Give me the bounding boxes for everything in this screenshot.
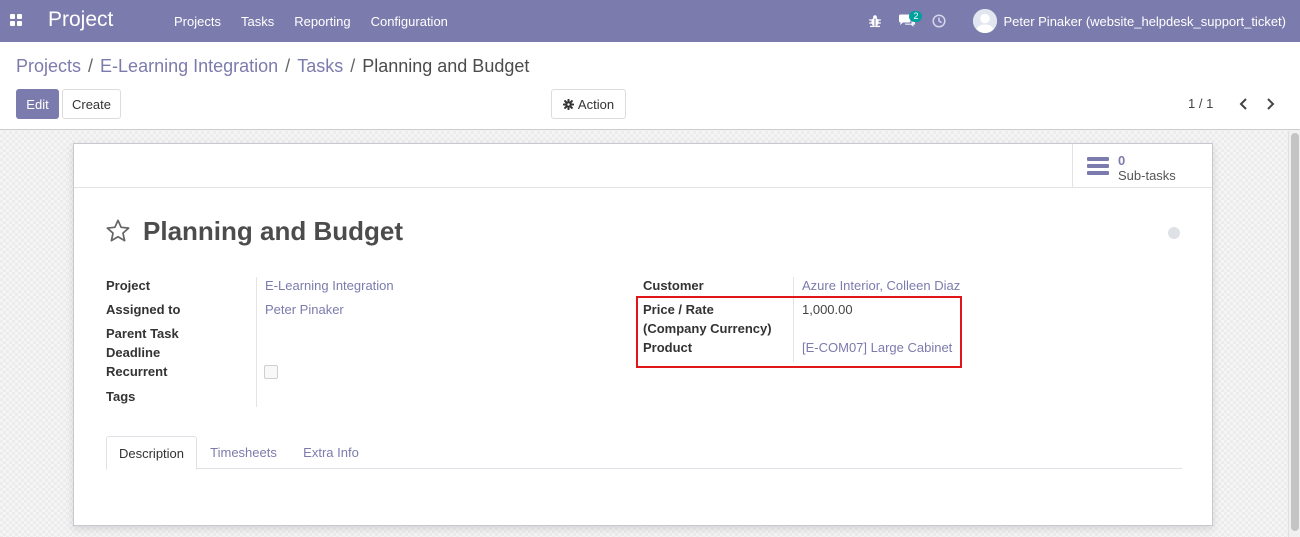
user-avatar-icon [973, 9, 998, 33]
breadcrumb-tasks[interactable]: Tasks [297, 56, 343, 77]
notebook-tabs: Description Timesheets Extra Info [106, 436, 1182, 470]
menu-tasks[interactable]: Tasks [231, 14, 284, 29]
gear-icon [562, 98, 574, 110]
main-menu: Projects Tasks Reporting Configuration [164, 0, 458, 42]
scrollbar-thumb[interactable] [1291, 133, 1299, 531]
subtasks-count: 0 [1118, 153, 1126, 168]
task-form-sheet: 0 Sub-tasks Planning and Budget Project … [73, 143, 1213, 526]
highlight-annotation-box [636, 296, 962, 368]
breadcrumb-separator: / [285, 56, 291, 76]
menu-configuration[interactable]: Configuration [361, 14, 458, 29]
create-button[interactable]: Create [62, 89, 121, 119]
recurrent-label: Recurrent [106, 364, 168, 379]
recurrent-checkbox[interactable] [264, 365, 278, 379]
messages-count-badge: 2 [909, 11, 923, 22]
smart-button-box: 0 Sub-tasks [74, 144, 1212, 188]
pager-value[interactable]: 1 / 1 [1188, 96, 1213, 111]
edit-button[interactable]: Edit [16, 89, 59, 119]
customer-label: Customer [643, 278, 704, 293]
customer-value-link[interactable]: Azure Interior, Colleen Diaz [802, 276, 960, 295]
breadcrumb-separator: / [350, 56, 356, 76]
project-label: Project [106, 278, 151, 293]
project-value-link[interactable]: E-Learning Integration [265, 276, 394, 295]
tags-label: Tags [106, 389, 136, 404]
control-panel: Projects / E-Learning Integration / Task… [0, 42, 1300, 130]
subtasks-label: Sub-tasks [1118, 168, 1176, 183]
deadline-label: Deadline [106, 345, 161, 360]
user-menu[interactable]: Peter Pinaker (website_helpdesk_support_… [973, 9, 1286, 33]
breadcrumb-separator: / [88, 56, 94, 76]
parent-task-label: Parent Task [106, 326, 179, 341]
activity-clock-icon[interactable] [927, 0, 951, 42]
user-name: Peter Pinaker (website_helpdesk_support_… [1003, 13, 1286, 29]
kanban-state-dot[interactable] [1168, 227, 1180, 239]
debug-bug-icon[interactable] [863, 0, 887, 42]
top-navbar: Project Projects Tasks Reporting Configu… [0, 0, 1300, 42]
tab-extra-info[interactable]: Extra Info [290, 436, 372, 469]
tab-timesheets[interactable]: Timesheets [197, 436, 290, 469]
vertical-scrollbar[interactable] [1288, 131, 1300, 537]
assigned-to-label: Assigned to [106, 302, 181, 317]
action-button-label: Action [577, 96, 615, 112]
assigned-to-value-link[interactable]: Peter Pinaker [265, 300, 344, 319]
menu-projects[interactable]: Projects [164, 14, 231, 29]
subtasks-smart-button[interactable]: 0 Sub-tasks [1072, 144, 1212, 188]
app-title[interactable]: Project [48, 8, 113, 32]
left-group-divider [256, 277, 257, 407]
systray: 2 Peter Pinaker (website_helpdesk_suppor… [855, 0, 1286, 42]
pager-previous-chevron-left-icon[interactable] [1235, 94, 1251, 114]
pager-next-chevron-right-icon[interactable] [1262, 94, 1278, 114]
action-button[interactable]: Action [551, 89, 626, 119]
tab-description[interactable]: Description [106, 436, 197, 470]
priority-star-icon[interactable] [105, 218, 131, 244]
breadcrumb-project-name[interactable]: E-Learning Integration [100, 56, 278, 77]
tasks-list-icon [1087, 157, 1109, 175]
menu-reporting[interactable]: Reporting [284, 14, 360, 29]
messages-chat-icon[interactable]: 2 [895, 0, 923, 42]
breadcrumb: Projects / E-Learning Integration / Task… [16, 56, 529, 77]
task-title[interactable]: Planning and Budget [143, 216, 403, 247]
breadcrumb-current: Planning and Budget [362, 56, 530, 76]
breadcrumb-projects[interactable]: Projects [16, 56, 81, 77]
apps-grid-icon[interactable] [10, 14, 23, 27]
